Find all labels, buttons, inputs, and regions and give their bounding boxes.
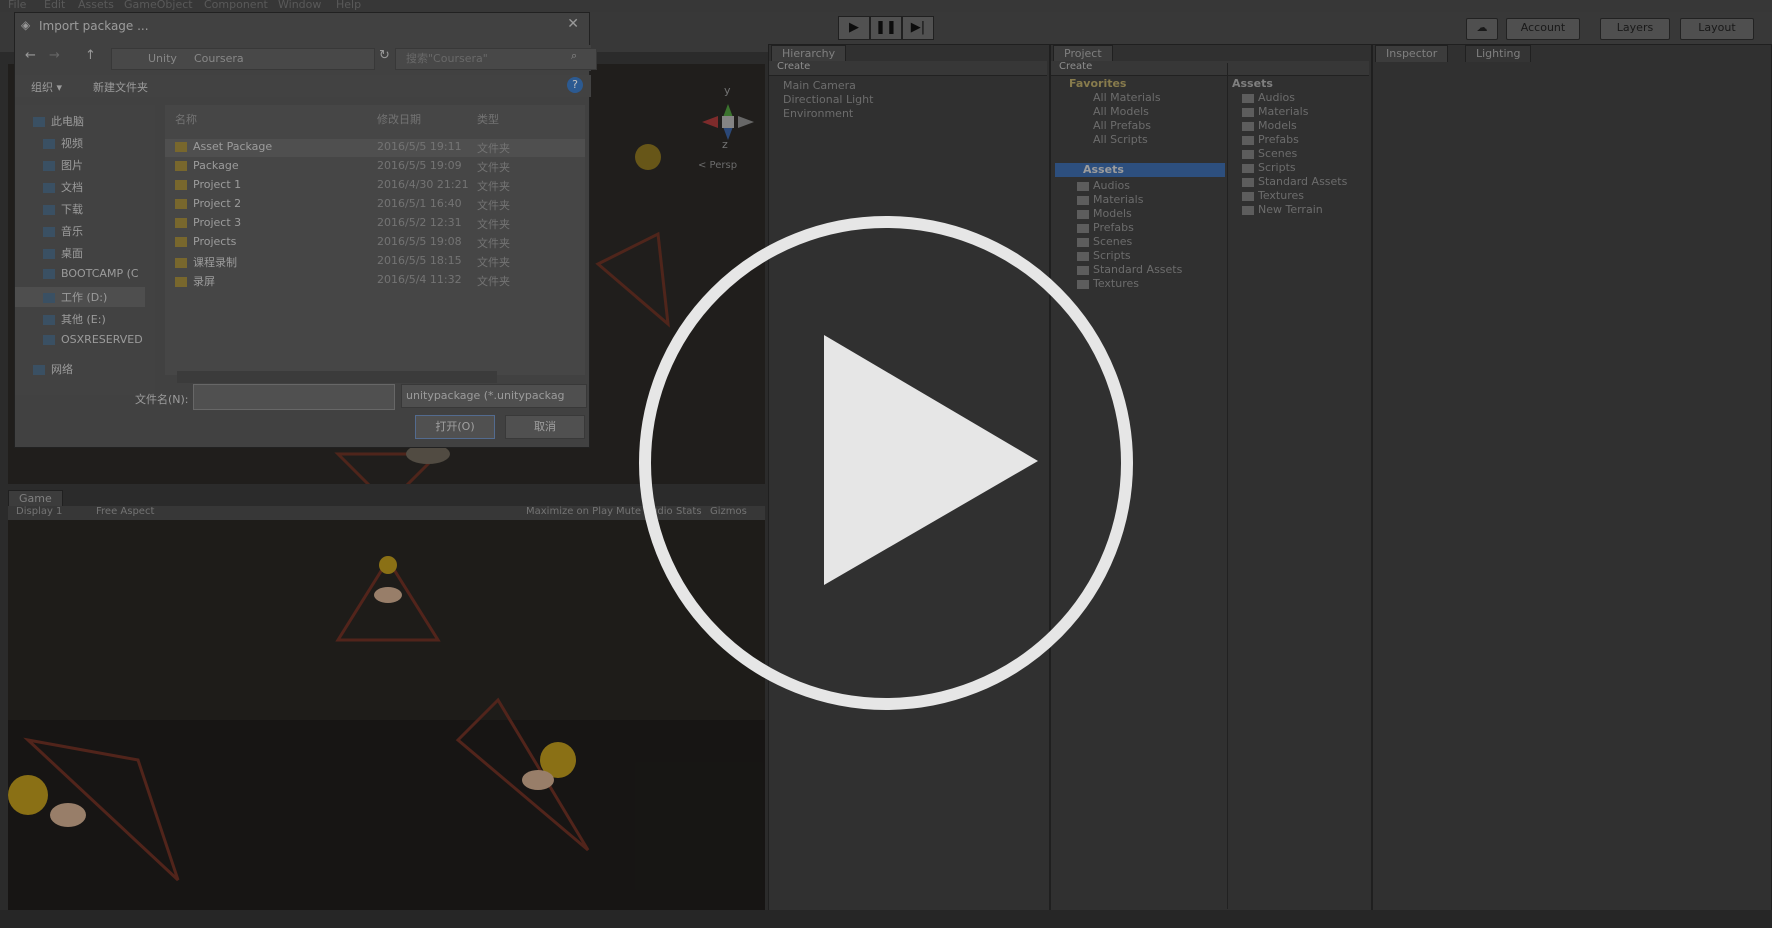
play-icon[interactable] (636, 213, 1136, 713)
